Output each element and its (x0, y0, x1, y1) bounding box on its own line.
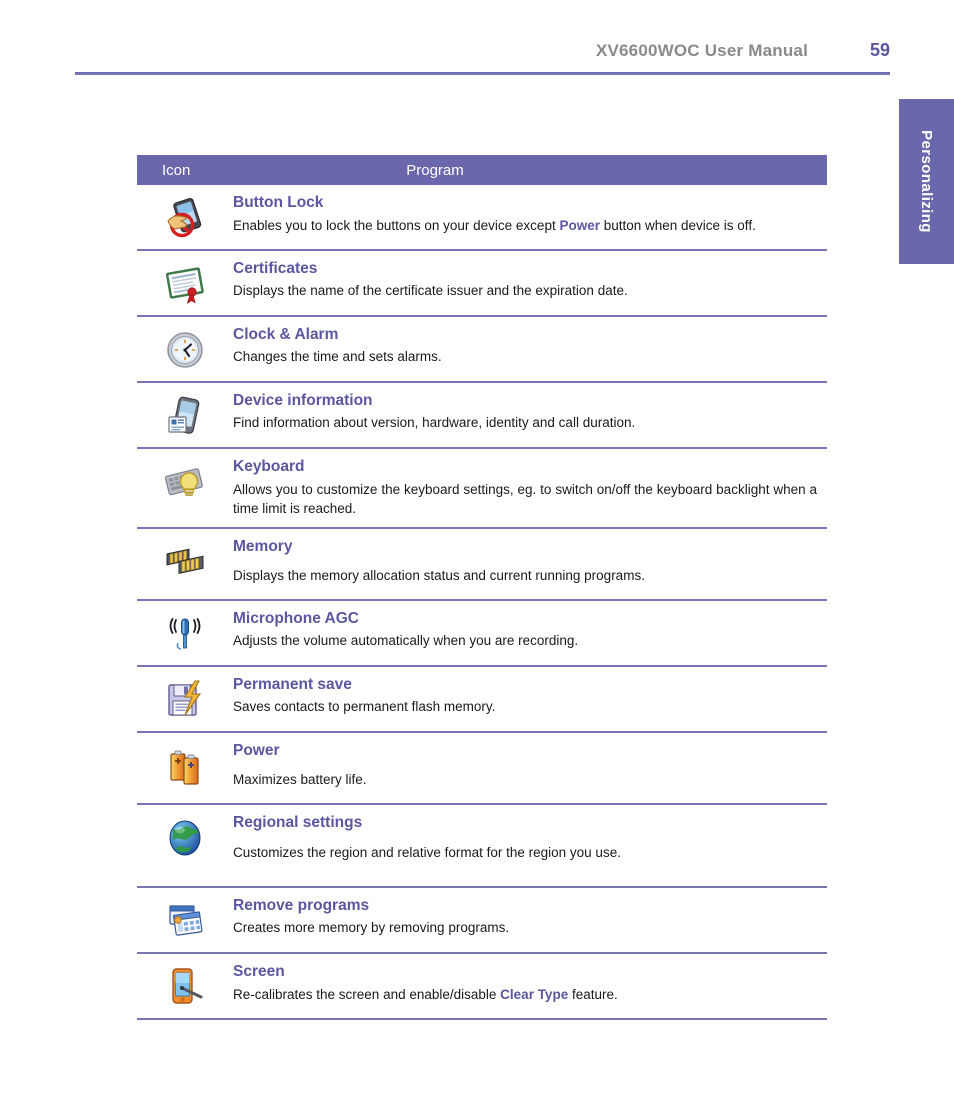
table-cell-icon (137, 739, 233, 789)
program-name: Permanent save (233, 675, 352, 693)
program-name: Certificates (233, 260, 318, 277)
table-cell-icon (137, 389, 233, 439)
program-name: Clock & Alarm (233, 326, 339, 343)
table-row: Button Lock Enables you to lock the butt… (137, 185, 827, 251)
section-tab-label: Personalizing (918, 130, 936, 233)
table-cell-program: Clock & Alarm Changes the time and sets … (233, 323, 827, 373)
keyboard-icon (162, 459, 208, 505)
desc-highlight: Clear Type (500, 987, 569, 1003)
table-cell-icon (137, 257, 233, 307)
table-cell-program: Power Maximizes battery life. (233, 739, 827, 789)
table-cell-icon (137, 191, 233, 241)
clock-alarm-icon (162, 327, 208, 373)
table-row: Keyboard Allows you to customize the key… (137, 449, 827, 529)
table-row: Permanent save Saves contacts to permane… (137, 667, 827, 733)
table-row: Device information Find information abou… (137, 383, 827, 449)
column-header-icon: Icon (162, 161, 191, 179)
table-cell-program: Remove programs Creates more memory by r… (233, 894, 827, 944)
memory-icon (162, 539, 208, 585)
table-cell-program: Microphone AGC Adjusts the volume automa… (233, 607, 827, 657)
program-name: Device information (233, 392, 373, 409)
regional-settings-icon (162, 815, 208, 861)
table-cell-icon (137, 960, 233, 1010)
program-description: Adjusts the volume automatically when yo… (233, 633, 579, 649)
program-name: Remove programs (233, 896, 370, 914)
table-cell-icon (137, 607, 233, 657)
programs-table: Icon Program Button Lock Enables you to … (137, 155, 827, 1020)
microphone-agc-icon (162, 611, 208, 657)
program-description: Displays the name of the certificate iss… (233, 283, 628, 299)
table-cell-icon (137, 535, 233, 585)
screen-icon (162, 964, 208, 1010)
program-description: Maximizes battery life. (233, 772, 367, 788)
program-description: Find information about version, hardware… (233, 415, 636, 431)
table-cell-icon (137, 323, 233, 373)
table-row: Clock & Alarm Changes the time and sets … (137, 317, 827, 383)
program-name: Keyboard (233, 458, 305, 475)
table-cell-program: Permanent save Saves contacts to permane… (233, 673, 827, 723)
desc-text-pre: Re-calibrates the screen and enable/disa… (233, 987, 501, 1003)
manual-title: XV6600WOC User Manual (595, 41, 808, 60)
desc-text-post: feature. (568, 987, 618, 1003)
section-tab-personalizing: Personalizing (899, 99, 954, 264)
table-cell-program: Memory Displays the memory allocation st… (233, 535, 827, 585)
table-cell-icon (137, 455, 233, 519)
table-row: Memory Displays the memory allocation st… (137, 529, 827, 601)
program-description: Re-calibrates the screen and enable/disa… (233, 985, 817, 1004)
program-name: Microphone AGC (233, 609, 360, 627)
permanent-save-icon (162, 677, 208, 723)
table-cell-icon (137, 894, 233, 944)
table-row: Regional settings Customizes the region … (137, 805, 827, 888)
header-divider (75, 72, 890, 75)
table-cell-program: Button Lock Enables you to lock the butt… (233, 191, 827, 241)
column-header-program: Program (406, 161, 464, 179)
table-row: Remove programs Creates more memory by r… (137, 888, 827, 954)
program-name: Button Lock (233, 194, 324, 211)
program-description: Creates more memory by removing programs… (233, 920, 510, 936)
program-description: Customizes the region and relative forma… (233, 844, 621, 860)
program-name: Power (233, 741, 280, 759)
page-number: 59 (869, 40, 890, 60)
program-description: Enables you to lock the buttons on your … (233, 216, 817, 235)
program-description: Allows you to customize the keyboard set… (233, 482, 817, 517)
program-name: Screen (233, 962, 285, 980)
program-description: Saves contacts to permanent flash memory… (233, 699, 496, 715)
device-information-icon (162, 393, 208, 439)
program-description: Changes the time and sets alarms. (233, 349, 442, 365)
table-row: Microphone AGC Adjusts the volume automa… (137, 601, 827, 667)
table-header-row: Icon Program (137, 155, 827, 185)
table-cell-program: Keyboard Allows you to customize the key… (233, 455, 827, 519)
table-cell-program: Certificates Displays the name of the ce… (233, 257, 827, 307)
table-cell-program: Regional settings Customizes the region … (233, 811, 827, 861)
program-description: Displays the memory allocation status an… (233, 567, 645, 583)
certificates-icon (162, 261, 208, 307)
power-icon (162, 743, 208, 789)
program-name: Memory (233, 537, 293, 555)
page-header: XV6600WOC User Manual 59 (75, 40, 890, 61)
desc-highlight: Power (559, 218, 600, 234)
desc-text-pre: Enables you to lock the buttons on your … (233, 218, 560, 234)
program-name: Regional settings (233, 814, 363, 832)
table-row: Screen Re-calibrates the screen and enab… (137, 954, 827, 1020)
table-cell-program: Screen Re-calibrates the screen and enab… (233, 960, 827, 1010)
table-row: Certificates Displays the name of the ce… (137, 251, 827, 317)
table-row: Power Maximizes battery life. (137, 733, 827, 806)
desc-text-post: button when device is off. (599, 218, 756, 234)
button-lock-icon (162, 195, 208, 241)
table-cell-program: Device information Find information abou… (233, 389, 827, 439)
table-cell-icon (137, 673, 233, 723)
remove-programs-icon (162, 898, 208, 944)
table-cell-icon (137, 811, 233, 861)
